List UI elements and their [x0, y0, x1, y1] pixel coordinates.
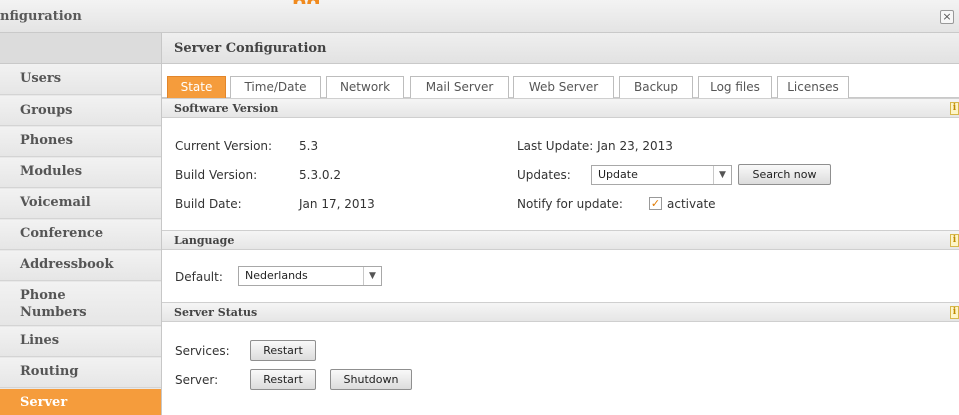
sidebar-item-addressbook[interactable]: Addressbook [0, 251, 161, 281]
logo-text: pg [292, 0, 321, 4]
sidebar-item-conference[interactable]: Conference [0, 220, 161, 250]
notify-label: Notify for update: [517, 197, 623, 211]
build-version-value: 5.3.0.2 [299, 168, 341, 182]
sidebar-item-label: Phone Numbers [20, 288, 87, 320]
build-date-value: Jan 17, 2013 [299, 197, 375, 211]
chevron-down-icon: ▼ [713, 166, 731, 184]
current-version-value: 5.3 [299, 139, 319, 153]
last-update-text: Last Update: Jan 23, 2013 [517, 139, 673, 153]
notify-checkbox[interactable]: ✓ [649, 197, 662, 210]
check-icon: ✓ [650, 197, 661, 210]
search-now-button[interactable]: Search now [738, 164, 831, 185]
window-title: nfiguration [0, 9, 82, 24]
sidebar-item-label: Lines [20, 333, 60, 348]
sidebar-item-label: Groups [20, 103, 73, 118]
page-title: Server Configuration [174, 41, 327, 56]
updates-select[interactable]: Update ▼ [591, 165, 732, 185]
sidebar-item-label: Routing [20, 364, 79, 379]
tab-time-date[interactable]: Time/Date [230, 76, 321, 98]
tab-mail-server[interactable]: Mail Server [410, 76, 509, 98]
sidebar-item-routing[interactable]: Routing [0, 358, 161, 388]
sidebar-item-phone-numbers[interactable]: Phone Numbers [0, 282, 161, 326]
server-label: Server: [175, 373, 219, 387]
main-header: Server Configuration [162, 33, 959, 64]
services-label: Services: [175, 344, 230, 358]
tab-state[interactable]: State [167, 76, 226, 98]
sidebar-item-label: Users [20, 71, 62, 86]
sidebar-item-label: Modules [20, 164, 83, 179]
tab-network[interactable]: Network [326, 76, 404, 98]
section-title: Server Status [174, 306, 258, 319]
tab-log-files[interactable]: Log files [698, 76, 772, 98]
sidebar-item-modules[interactable]: Modules [0, 158, 161, 188]
tab-backup[interactable]: Backup [619, 76, 693, 98]
section-software-version: Software Version i [162, 98, 959, 118]
section-title: Language [174, 234, 235, 247]
updates-select-value: Update [598, 168, 638, 181]
sidebar-item-lines[interactable]: Lines [0, 327, 161, 357]
window-titlebar: nfiguration pg × [0, 0, 959, 33]
info-icon[interactable]: i [950, 102, 959, 115]
build-date-label: Build Date: [175, 197, 242, 211]
server-restart-button[interactable]: Restart [250, 369, 316, 390]
sidebar-item-server[interactable]: Server [0, 389, 161, 415]
tab-bar: State Time/Date Network Mail Server Web … [162, 64, 959, 98]
sidebar-item-label: Voicemail [20, 195, 91, 210]
current-version-label: Current Version: [175, 139, 273, 153]
tab-web-server[interactable]: Web Server [513, 76, 614, 98]
tab-licenses[interactable]: Licenses [777, 76, 849, 98]
sidebar-item-phones[interactable]: Phones [0, 127, 161, 157]
notify-option-label: activate [667, 197, 716, 211]
section-title: Software Version [174, 102, 279, 115]
language-select-value: Nederlands [245, 269, 308, 282]
info-icon[interactable]: i [950, 234, 959, 247]
section-server-status: Server Status i [162, 302, 959, 322]
server-shutdown-button[interactable]: Shutdown [330, 369, 412, 390]
info-icon[interactable]: i [950, 306, 959, 319]
sidebar-item-label: Addressbook [20, 257, 114, 272]
build-version-label: Build Version: [175, 168, 258, 182]
close-icon[interactable]: × [940, 10, 954, 24]
sidebar-item-label: Conference [20, 226, 104, 241]
sidebar-item-groups[interactable]: Groups [0, 96, 161, 126]
updates-label: Updates: [517, 168, 571, 182]
language-select[interactable]: Nederlands ▼ [238, 266, 382, 286]
sidebar-item-label: Server [20, 395, 68, 410]
services-restart-button[interactable]: Restart [250, 340, 316, 361]
sidebar-item-label: Phones [20, 133, 73, 148]
section-language: Language i [162, 230, 959, 250]
sidebar-item-users[interactable]: Users [0, 64, 161, 95]
app-logo-fragment: pg [292, 0, 342, 4]
sidebar-item-voicemail[interactable]: Voicemail [0, 189, 161, 219]
default-language-label: Default: [175, 270, 223, 284]
sidebar-header [0, 33, 161, 64]
chevron-down-icon: ▼ [363, 267, 381, 285]
